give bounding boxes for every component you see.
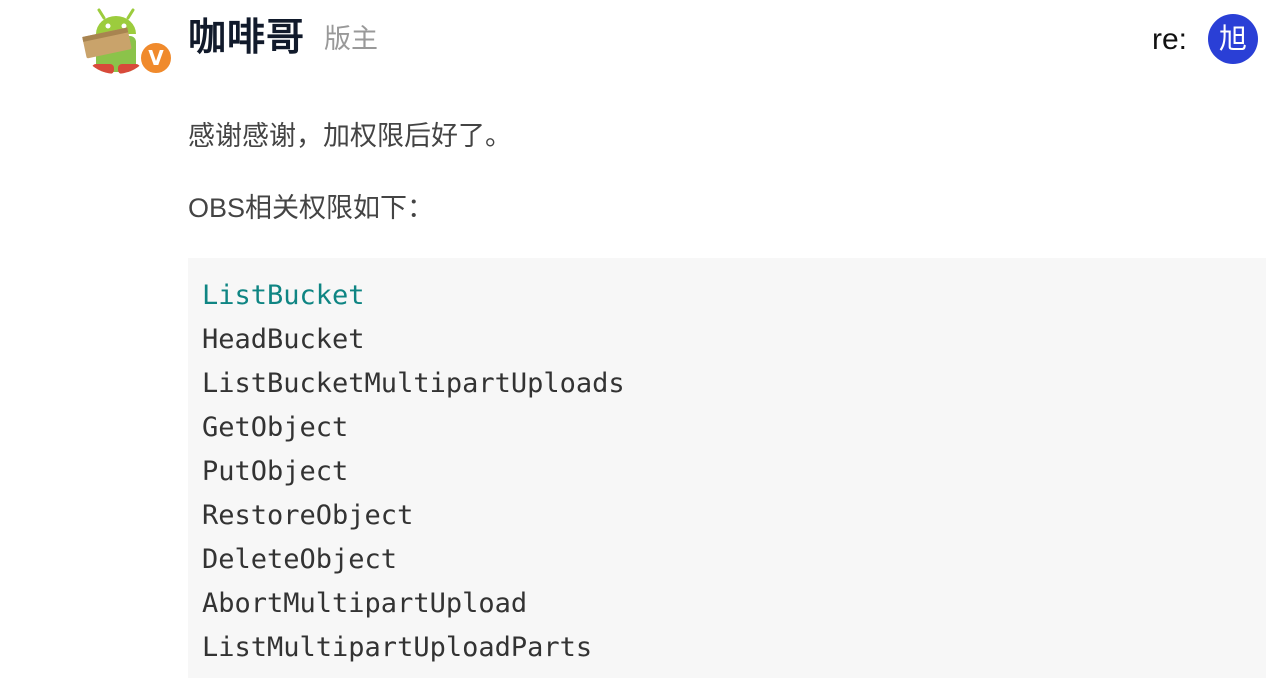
author-name[interactable]: 咖啡哥 xyxy=(188,14,305,62)
code-line: GetObject xyxy=(202,412,349,443)
code-line: AbortMultipartUpload xyxy=(202,588,528,619)
author-role-tag: 版主 xyxy=(324,24,378,54)
code-block: ListBucket HeadBucket ListBucketMultipar… xyxy=(188,258,1266,678)
code-line: ListBucket xyxy=(202,280,365,311)
code-line: ListMultipartUploadParts xyxy=(202,632,593,663)
code-line: RestoreObject xyxy=(202,500,414,531)
verified-badge-icon: V xyxy=(138,40,174,76)
code-line: HeadBucket xyxy=(202,324,365,355)
code-line: DeleteObject xyxy=(202,544,398,575)
reply-to-label: re: xyxy=(1152,23,1188,56)
code-line: ListBucketMultipartUploads xyxy=(202,368,625,399)
code-line: PutObject xyxy=(202,456,349,487)
post-paragraph: 感谢感谢，加权限后好了。 xyxy=(188,121,512,151)
reply-target-avatar[interactable]: 旭 xyxy=(1208,14,1258,64)
forum-post: V 咖啡哥 版主 re: 旭 感谢感谢，加权限后好了。 OBS相关权限如下： L… xyxy=(0,0,1266,678)
post-paragraph: OBS相关权限如下： xyxy=(188,193,435,223)
author-avatar-wrapper[interactable]: V xyxy=(78,0,174,78)
